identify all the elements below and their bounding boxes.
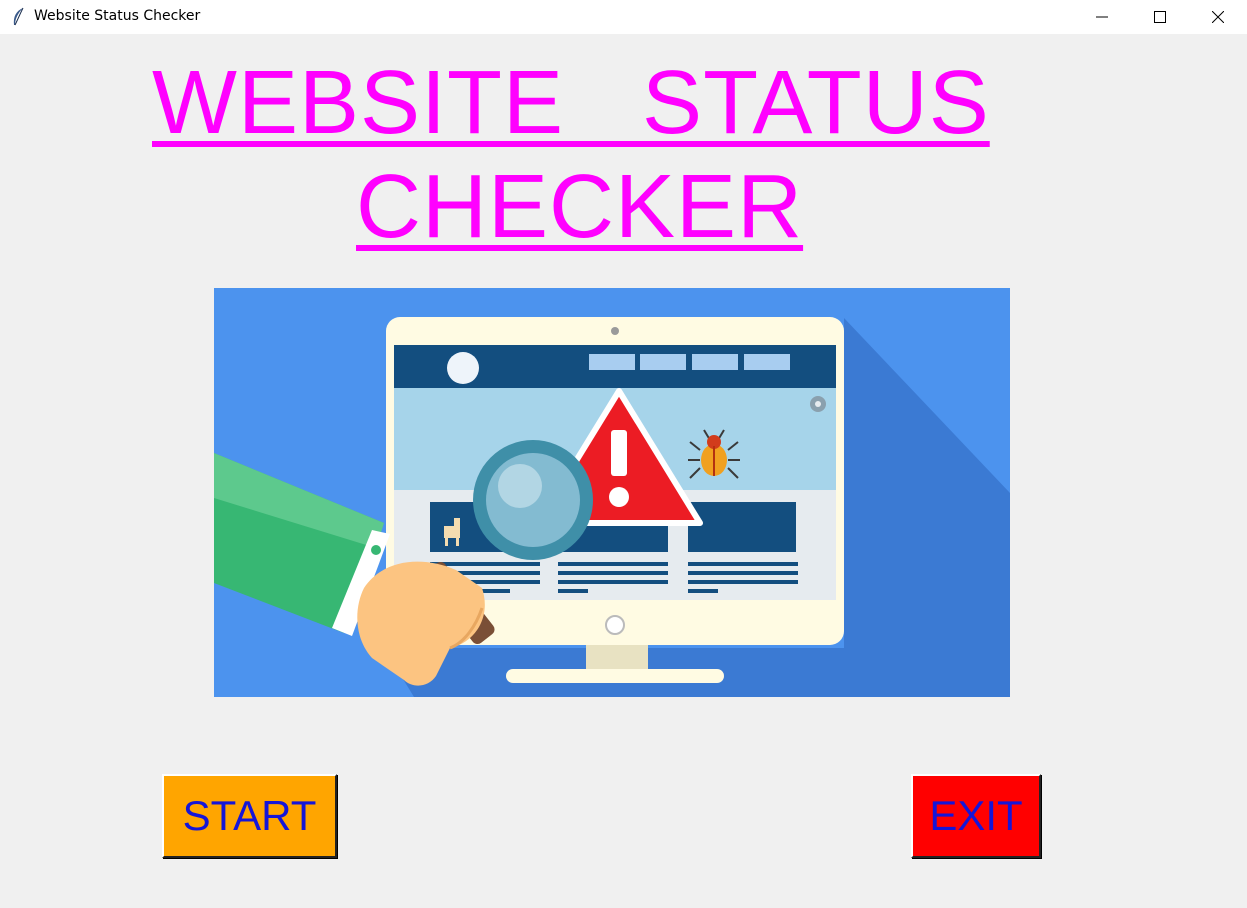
title-bar: Website Status Checker [0, 0, 1247, 34]
exit-button[interactable]: EXIT [911, 774, 1041, 858]
minimize-button[interactable] [1073, 0, 1131, 34]
feather-icon [13, 7, 24, 26]
close-button[interactable] [1189, 0, 1247, 34]
window-title: Website Status Checker [34, 8, 201, 24]
maximize-button[interactable] [1131, 0, 1189, 34]
app-heading-line2: CHECKER [356, 157, 804, 257]
app-heading-line1: WEBSITE STATUS [152, 53, 990, 153]
main-window: WEBSITE STATUS CHECKER START EXIT [0, 34, 1247, 908]
website-scan-illustration [214, 288, 1010, 697]
close-icon [1212, 11, 1224, 23]
start-button[interactable]: START [162, 774, 337, 858]
maximize-icon [1154, 11, 1166, 23]
minimize-icon [1096, 16, 1108, 18]
